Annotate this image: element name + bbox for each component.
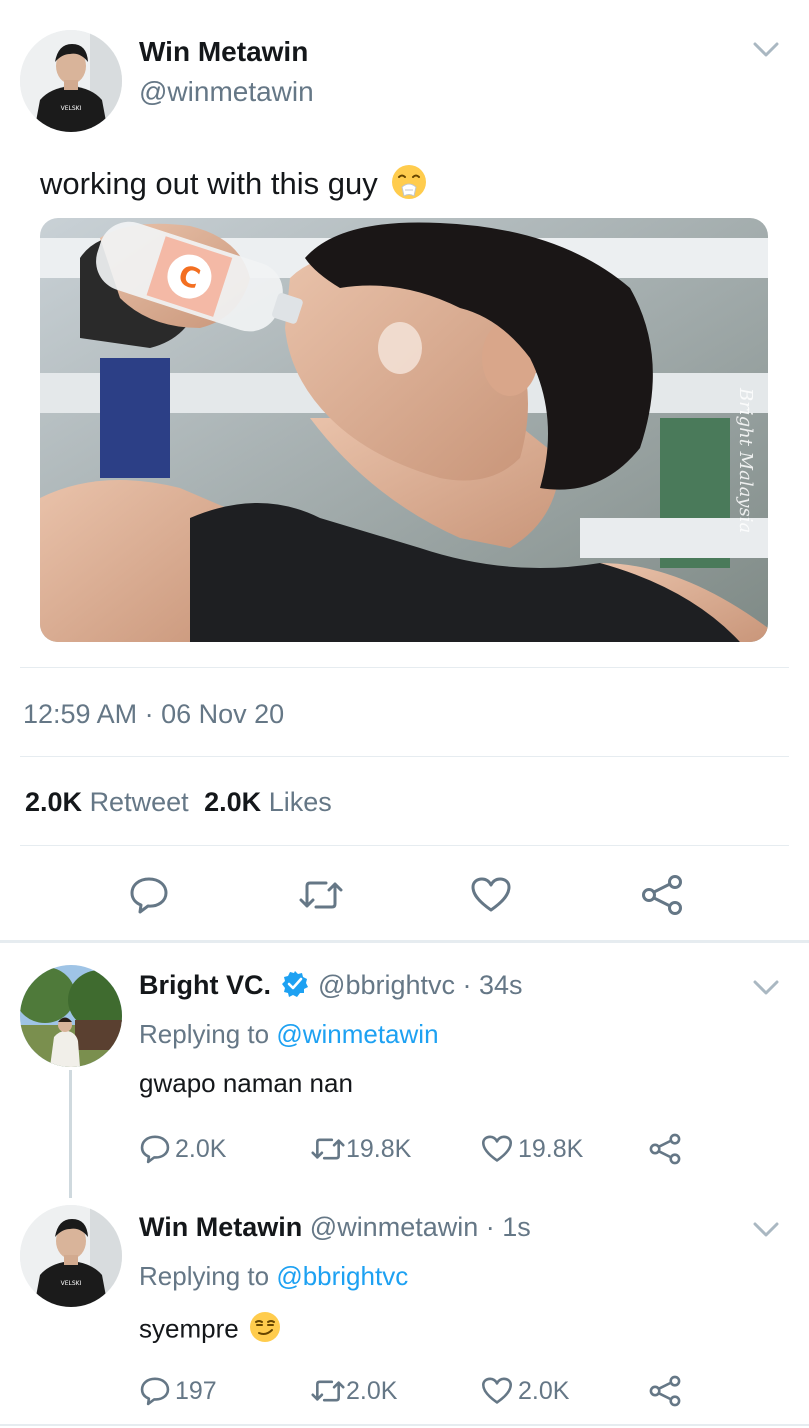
reply-text: gwapo naman nan [139, 1068, 353, 1098]
verified-badge-icon [281, 970, 309, 1005]
divider [20, 756, 789, 757]
share-icon [642, 875, 682, 915]
reply-time: · 34s [462, 970, 523, 1000]
author-avatar[interactable]: VELSKI [20, 30, 122, 132]
reply-text: syempre [139, 1313, 239, 1344]
reply-icon [140, 1377, 170, 1406]
chevron-down-icon[interactable] [752, 978, 780, 1003]
reply-count: 197 [175, 1376, 217, 1405]
replying-to: Replying to @winmetawin [139, 1019, 439, 1050]
share-icon [649, 1133, 681, 1165]
like-count: 19.8K [518, 1134, 584, 1163]
sneezing-face-emoji-icon [390, 163, 428, 209]
reply-header: Bright VC. @bbrightvc · 34s [139, 970, 523, 1005]
reply-icon [130, 877, 168, 914]
svg-text:VELSKI: VELSKI [61, 105, 82, 112]
retweet-button[interactable]: 2.0K [310, 1375, 397, 1407]
reply-time: · 1s [485, 1212, 531, 1242]
retweet-count: 2.0K [25, 787, 83, 817]
reply-author-handle[interactable]: @bbrightvc [318, 970, 455, 1000]
thread-line [69, 1070, 72, 1198]
bottom-border [0, 1424, 809, 1426]
reply-avatar[interactable]: VELSKI [20, 1205, 122, 1307]
like-button[interactable]: 19.8K [480, 1133, 583, 1165]
reply-author-name[interactable]: Bright VC. [139, 970, 271, 1000]
replying-prefix: Replying to [139, 1019, 270, 1049]
like-count: 2.0K [204, 787, 262, 817]
replying-prefix: Replying to [139, 1261, 270, 1291]
retweet-button[interactable]: 19.8K [310, 1133, 411, 1165]
tweet-stats: 2.0K Retweet 2.0K Likes [25, 787, 332, 818]
retweet-icon [311, 1138, 345, 1160]
share-button[interactable] [640, 874, 684, 916]
like-button[interactable]: 2.0K [480, 1375, 569, 1407]
tweet-timestamp[interactable]: 12:59 AM · 06 Nov 20 [23, 699, 284, 730]
reply-author-handle[interactable]: @winmetawin [310, 1212, 478, 1242]
chevron-down-icon[interactable] [752, 40, 780, 65]
reply-avatar[interactable] [20, 965, 122, 1067]
like-count: 2.0K [518, 1376, 570, 1405]
tweet-text-row: working out with this guy [40, 163, 428, 209]
reply-icon [140, 1135, 170, 1164]
smirking-face-emoji-icon [248, 1310, 282, 1351]
reply-button[interactable] [128, 874, 170, 916]
replying-to-link[interactable]: @bbrightvc [276, 1261, 408, 1291]
retweet-button[interactable] [298, 874, 344, 916]
retweet-count: 19.8K [346, 1134, 412, 1163]
share-button[interactable] [648, 1133, 682, 1165]
reply-author-name[interactable]: Win Metawin [139, 1212, 302, 1242]
reply-count: 2.0K [175, 1134, 227, 1163]
like-icon [481, 1377, 513, 1404]
svg-text:VELSKI: VELSKI [61, 1280, 82, 1287]
reply-button[interactable]: 2.0K [139, 1133, 226, 1165]
retweet-icon [299, 881, 343, 909]
retweet-icon [311, 1380, 345, 1402]
tweet-text: working out with this guy [40, 166, 378, 202]
section-separator [0, 940, 809, 943]
chevron-down-icon[interactable] [752, 1220, 780, 1245]
retweet-stat[interactable]: 2.0K Retweet [25, 787, 196, 817]
share-icon [649, 1375, 681, 1407]
replying-to-link[interactable]: @winmetawin [276, 1019, 438, 1049]
replying-to: Replying to @bbrightvc [139, 1261, 408, 1292]
like-icon [471, 877, 511, 912]
reply-text-row: syempre [139, 1310, 282, 1351]
reply-button[interactable]: 197 [139, 1375, 217, 1407]
author-name[interactable]: Win Metawin [139, 36, 308, 68]
divider [20, 667, 789, 668]
share-button[interactable] [648, 1375, 682, 1407]
like-icon [481, 1135, 513, 1162]
retweet-count: 2.0K [346, 1376, 398, 1405]
like-stat[interactable]: 2.0K Likes [204, 787, 332, 817]
tweet-photo[interactable]: C Bright Malaysia [40, 218, 768, 642]
like-label: Likes [268, 787, 332, 817]
reply-header: Win Metawin @winmetawin · 1s [139, 1212, 531, 1243]
divider [20, 845, 789, 846]
svg-text:Bright Malaysia: Bright Malaysia [735, 387, 756, 533]
retweet-label: Retweet [89, 787, 189, 817]
author-handle[interactable]: @winmetawin [139, 76, 314, 108]
like-button[interactable] [470, 874, 512, 916]
